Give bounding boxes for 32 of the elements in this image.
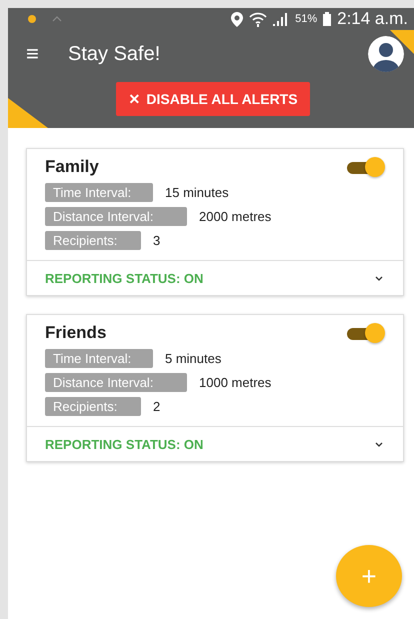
battery-icon [323,12,332,26]
field-value: 2000 metres [199,209,272,224]
field-value: 1000 metres [199,375,272,390]
field-label: Recipients: [45,397,141,416]
location-icon [231,12,244,26]
group-name: Friends [45,323,106,343]
app-title: Stay Safe! [68,42,162,66]
reporting-status: REPORTING STATUS: ON [45,270,204,286]
toggle-switch[interactable] [345,157,385,177]
reporting-status: REPORTING STATUS: ON [45,436,204,452]
disable-alerts-button[interactable]: ✕ DISABLE ALL ALERTS [116,82,310,116]
chevron-down-icon[interactable] [375,276,383,280]
avatar-icon[interactable] [368,36,404,72]
field-value: 15 minutes [165,185,229,200]
field-value: 2 [153,399,160,414]
field-label: Time Interval: [45,349,153,368]
signal-icon [273,12,290,26]
field-value: 3 [153,233,160,248]
group-name: Family [45,157,99,177]
field-label: Recipients: [45,231,141,250]
wifi-icon [249,12,268,26]
field-value: 5 minutes [165,351,222,366]
field-label: Distance Interval: [45,373,187,392]
field-label: Time Interval: [45,183,153,202]
field-label: Distance Interval: [45,207,187,226]
clock-time: 2:14 a.m. [337,9,408,29]
chevron-down-icon[interactable] [375,442,383,446]
toggle-switch[interactable] [345,323,385,343]
caret-icon [52,16,62,22]
battery-percent: 51% [295,13,318,25]
menu-icon[interactable]: ≡ [26,41,50,67]
notification-dot-icon [28,15,36,23]
